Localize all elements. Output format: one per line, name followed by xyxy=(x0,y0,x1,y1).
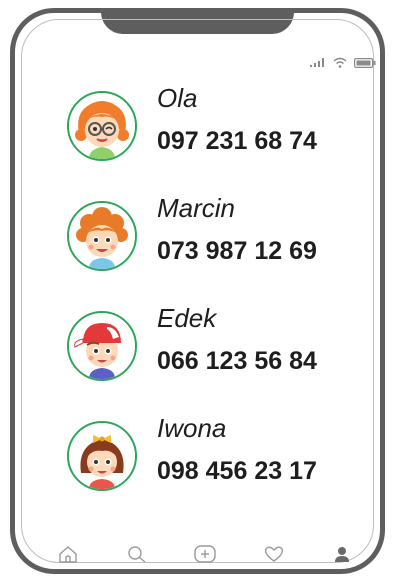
status-bar xyxy=(310,57,376,68)
contact-item[interactable]: Marcin 073 987 12 69 xyxy=(67,193,347,291)
boy-cap-avatar xyxy=(67,311,137,381)
search-icon xyxy=(127,546,145,563)
contact-name: Iwona xyxy=(157,413,227,443)
add-icon xyxy=(194,545,216,563)
profile-icon xyxy=(335,547,349,562)
contact-phone: 066 123 56 84 xyxy=(157,347,317,375)
heart-icon xyxy=(264,546,283,562)
contact-name: Ola xyxy=(157,83,198,113)
nav-add-button[interactable] xyxy=(192,543,218,565)
contact-phone: 098 456 23 17 xyxy=(157,457,317,485)
girl-bow-avatar xyxy=(67,421,137,491)
bottom-navbar xyxy=(55,543,355,565)
boy-curly-avatar xyxy=(67,201,137,271)
nav-search-button[interactable] xyxy=(124,543,150,565)
girl-glasses-avatar xyxy=(67,91,137,161)
contact-phone: 073 987 12 69 xyxy=(157,237,317,265)
home-icon xyxy=(59,546,77,563)
contact-name: Edek xyxy=(157,303,217,333)
contact-item[interactable]: Iwona 098 456 23 17 xyxy=(67,413,347,511)
signal-icon xyxy=(310,58,324,67)
nav-profile-button[interactable] xyxy=(329,543,355,565)
contact-name: Marcin xyxy=(157,193,236,223)
wifi-icon xyxy=(333,57,347,68)
battery-icon xyxy=(354,57,376,68)
contact-item[interactable]: Edek 066 123 56 84 xyxy=(67,303,347,401)
contact-item[interactable]: Ola 097 231 68 74 xyxy=(67,83,347,181)
contact-phone: 097 231 68 74 xyxy=(157,127,317,155)
nav-home-button[interactable] xyxy=(55,543,81,565)
phone-frame: Ola 097 231 68 74 Marcin 073 987 12 69 E… xyxy=(10,8,385,574)
nav-favorites-button[interactable] xyxy=(261,543,287,565)
